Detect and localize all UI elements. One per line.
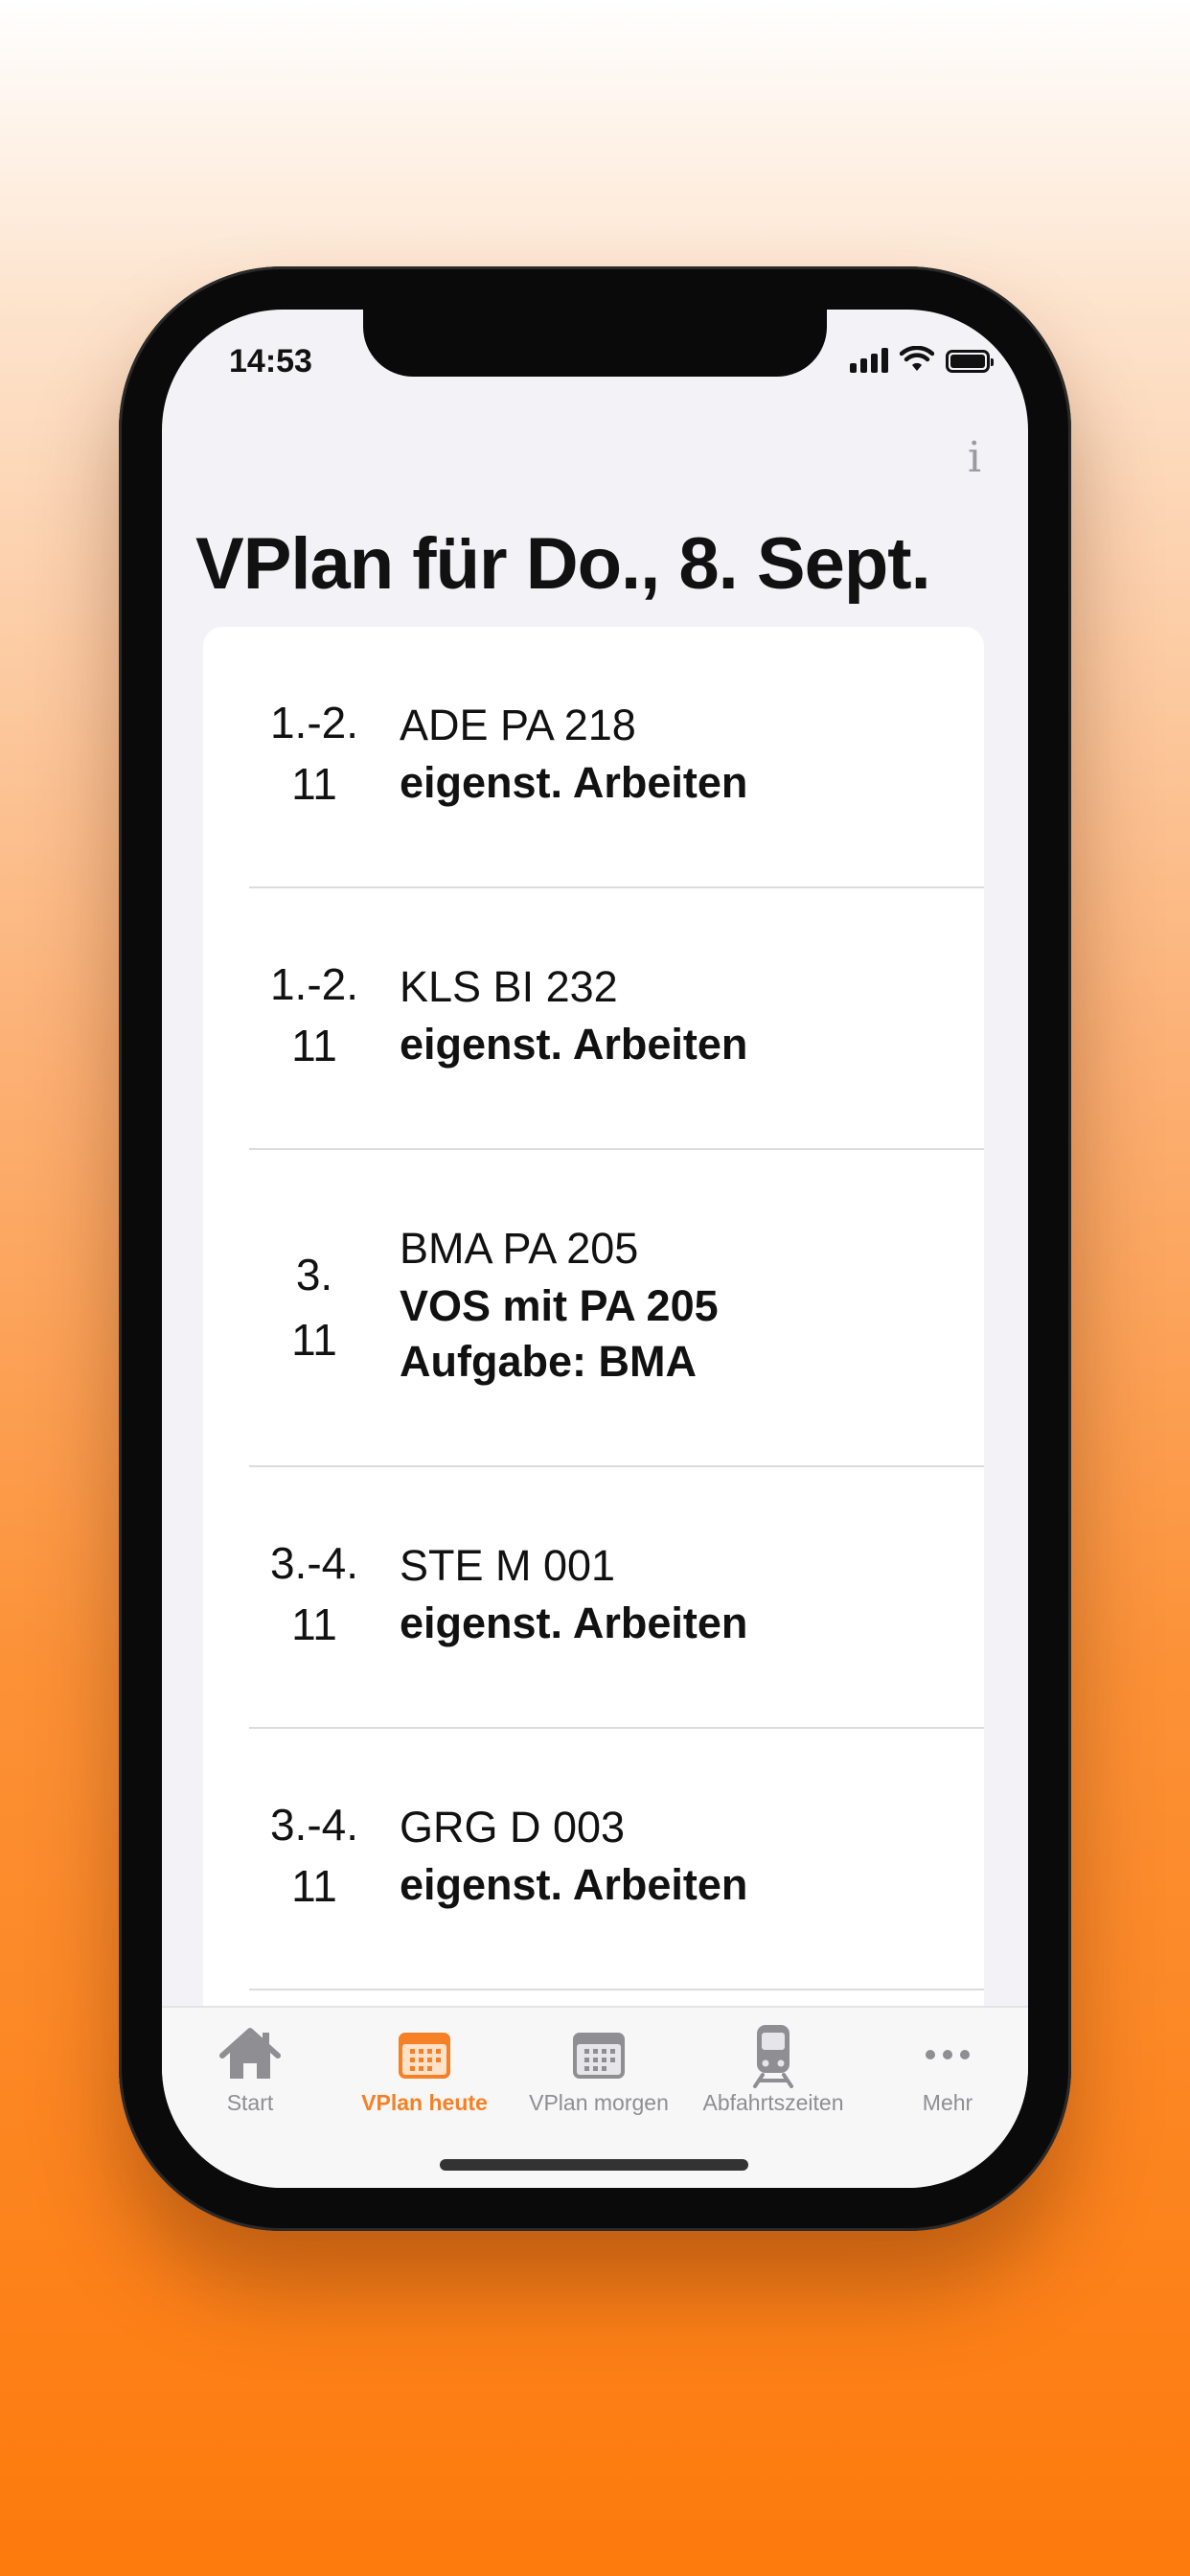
subject-label: BMA PA 205 (400, 1224, 639, 1273)
status-time: 14:53 (229, 343, 312, 380)
house-icon (219, 2028, 281, 2079)
info-button[interactable]: i (955, 434, 994, 482)
tab-label: VPlan morgen (529, 2090, 669, 2115)
tab-vplan-morgen[interactable]: VPlan morgen (513, 2021, 685, 2116)
note-label: eigenst. Arbeiten (400, 1020, 748, 1069)
period-label: 3.-4. (269, 1800, 359, 1850)
tab-mehr[interactable]: Mehr (861, 2021, 1028, 2116)
status-icons (850, 346, 994, 373)
subject-label: KLS BI 232 (400, 962, 618, 1011)
calendar-icon (399, 2033, 450, 2079)
home-indicator[interactable] (440, 2159, 748, 2171)
list-item[interactable]: 3.-4. 11 GRG D 003 eigenst. Arbeiten (203, 1729, 984, 1990)
divider (249, 1989, 984, 1990)
tab-vplan-heute[interactable]: VPlan heute (338, 2021, 511, 2116)
wifi-icon (900, 346, 934, 371)
grade-label: 11 (291, 1021, 337, 1070)
note-label: VOS mit PA 205 (400, 1281, 719, 1330)
tab-abfahrtszeiten[interactable]: Abfahrtszeiten (687, 2021, 859, 2116)
subject-label: GRG D 003 (400, 1803, 626, 1852)
tab-label: VPlan heute (361, 2090, 488, 2115)
subject-label: ADE PA 218 (400, 701, 636, 749)
app-screen: 14:53 i VPlan für Do., 8. Sept. 1.-2. 11… (162, 310, 1028, 2188)
more-icon (926, 2050, 970, 2059)
note-label: eigenst. Arbeiten (400, 1860, 748, 1909)
tab-start[interactable]: Start (164, 2021, 336, 2116)
cellular-signal-icon (850, 348, 888, 373)
tab-label: Mehr (922, 2090, 973, 2115)
list-item[interactable]: 3.-4. 11 STE M 001 eigenst. Arbeiten (203, 1467, 984, 1729)
period-label: 1.-2. (269, 959, 359, 1009)
train-icon (753, 2025, 793, 2088)
page-title: VPlan für Do., 8. Sept. (195, 523, 931, 605)
list-item[interactable]: 1.-2. 11 KLS BI 232 eigenst. Arbeiten (203, 888, 984, 1150)
list-item[interactable]: 1.-2. 11 ADE PA 218 eigenst. Arbeiten (203, 627, 984, 888)
period-label: 1.-2. (269, 698, 359, 748)
note-label: Aufgabe: BMA (400, 1337, 697, 1386)
grade-label: 11 (291, 1861, 337, 1911)
note-label: eigenst. Arbeiten (400, 758, 748, 807)
grade-label: 11 (291, 1315, 337, 1365)
subject-label: STE M 001 (400, 1541, 616, 1590)
notch (363, 310, 827, 377)
tab-label: Start (226, 2090, 274, 2115)
tab-label: Abfahrtszeiten (702, 2090, 844, 2115)
calendar-icon (573, 2033, 625, 2079)
grade-label: 11 (291, 1599, 337, 1649)
battery-icon (946, 350, 994, 373)
period-label: 3. (295, 1250, 333, 1300)
note-label: eigenst. Arbeiten (400, 1598, 748, 1647)
substitution-list: 1.-2. 11 ADE PA 218 eigenst. Arbeiten 1.… (203, 627, 984, 2122)
grade-label: 11 (291, 759, 337, 809)
period-label: 3.-4. (269, 1538, 359, 1588)
list-item[interactable]: 3. 11 BMA PA 205 VOS mit PA 205 Aufgabe:… (203, 1150, 984, 1467)
